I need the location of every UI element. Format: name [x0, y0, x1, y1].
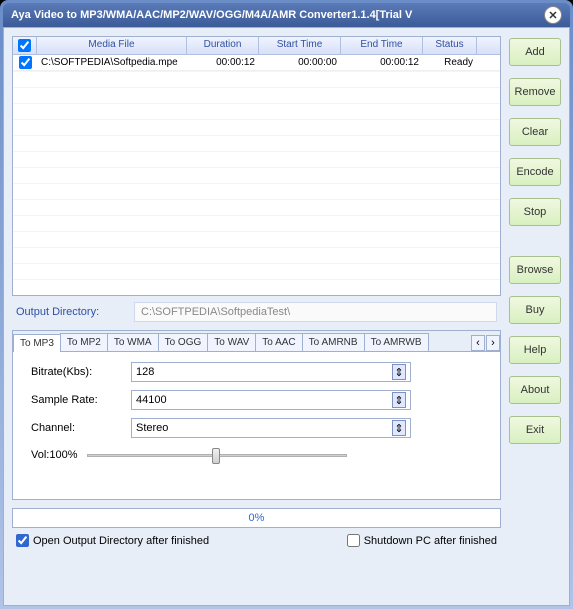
progress-bar: 0%	[12, 508, 501, 528]
titlebar: Aya Video to MP3/WMA/AAC/MP2/WAV/OGG/M4A…	[3, 3, 570, 27]
help-button[interactable]: Help	[509, 336, 561, 364]
stop-button[interactable]: Stop	[509, 198, 561, 226]
volume-row: Vol:100%	[31, 446, 482, 464]
output-directory-row: Output Directory:	[12, 296, 501, 328]
samplerate-spinner[interactable]: ⇕	[392, 392, 406, 408]
tab-scroll-left[interactable]: ‹	[471, 335, 485, 351]
bitrate-select[interactable]: 128 ⇕	[131, 362, 411, 382]
client-area: Media File Duration Start Time End Time …	[3, 27, 570, 606]
tab-wav[interactable]: To WAV	[207, 333, 256, 351]
col-endtime[interactable]: End Time	[341, 37, 423, 54]
channel-value: Stereo	[136, 422, 168, 434]
header-checkbox[interactable]	[18, 39, 31, 52]
updown-icon: ⇕	[394, 366, 403, 379]
col-duration[interactable]: Duration	[187, 37, 259, 54]
chevron-right-icon: ›	[491, 337, 495, 349]
output-directory-input[interactable]	[134, 302, 497, 322]
cell-mediafile: C:\SOFTPEDIA\Softpedia.mpe	[37, 56, 187, 69]
cell-status: Ready	[423, 56, 477, 69]
open-output-label: Open Output Directory after finished	[33, 535, 209, 547]
close-button[interactable]: ✕	[544, 6, 562, 24]
channel-spinner[interactable]: ⇕	[392, 420, 406, 436]
sidebar: Add Remove Clear Encode Stop Browse Buy …	[509, 36, 561, 597]
output-directory-label: Output Directory:	[16, 306, 126, 318]
tab-ogg[interactable]: To OGG	[158, 333, 209, 351]
col-mediafile[interactable]: Media File	[37, 37, 187, 54]
app-window: Aya Video to MP3/WMA/AAC/MP2/WAV/OGG/M4A…	[0, 0, 573, 609]
tab-content: Bitrate(Kbs): 128 ⇕ Sample Rate: 44100 ⇕	[13, 351, 500, 499]
updown-icon: ⇕	[394, 394, 403, 407]
progress-text: 0%	[249, 512, 265, 524]
volume-thumb[interactable]	[212, 448, 220, 464]
tab-mp3[interactable]: To MP3	[13, 334, 61, 352]
exit-button[interactable]: Exit	[509, 416, 561, 444]
browse-button[interactable]: Browse	[509, 256, 561, 284]
row-checkbox[interactable]	[19, 56, 32, 69]
updown-icon: ⇕	[394, 422, 403, 435]
bitrate-row: Bitrate(Kbs): 128 ⇕	[31, 362, 482, 382]
open-output-option[interactable]: Open Output Directory after finished	[16, 534, 209, 547]
tab-scroll: ‹ ›	[471, 335, 500, 351]
spacer	[509, 238, 561, 244]
shutdown-checkbox[interactable]	[347, 534, 360, 547]
samplerate-label: Sample Rate:	[31, 394, 131, 406]
open-output-checkbox[interactable]	[16, 534, 29, 547]
cell-end: 00:00:12	[341, 56, 423, 69]
bitrate-value: 128	[136, 366, 154, 378]
buy-button[interactable]: Buy	[509, 296, 561, 324]
empty-rows	[13, 71, 500, 295]
cell-start: 00:00:00	[259, 56, 341, 69]
tab-aac[interactable]: To AAC	[255, 333, 302, 351]
shutdown-option[interactable]: Shutdown PC after finished	[347, 534, 497, 547]
col-starttime[interactable]: Start Time	[259, 37, 341, 54]
volume-label: Vol:100%	[31, 449, 77, 461]
format-tabs-group: To MP3 To MP2 To WMA To OGG To WAV To AA…	[12, 330, 501, 500]
app-title: Aya Video to MP3/WMA/AAC/MP2/WAV/OGG/M4A…	[11, 9, 412, 21]
tab-amrwb[interactable]: To AMRWB	[364, 333, 429, 351]
col-status[interactable]: Status	[423, 37, 477, 54]
table-row[interactable]: C:\SOFTPEDIA\Softpedia.mpe 00:00:12 00:0…	[13, 55, 500, 71]
row-check-cell	[13, 56, 37, 69]
channel-label: Channel:	[31, 422, 131, 434]
close-icon: ✕	[548, 9, 557, 22]
tabstrip: To MP3 To MP2 To WMA To OGG To WAV To AA…	[13, 331, 500, 351]
samplerate-row: Sample Rate: 44100 ⇕	[31, 390, 482, 410]
cell-duration: 00:00:12	[187, 56, 259, 69]
tab-wma[interactable]: To WMA	[107, 333, 159, 351]
left-column: Media File Duration Start Time End Time …	[12, 36, 501, 597]
channel-row: Channel: Stereo ⇕	[31, 418, 482, 438]
channel-select[interactable]: Stereo ⇕	[131, 418, 411, 438]
bitrate-spinner[interactable]: ⇕	[392, 364, 406, 380]
add-button[interactable]: Add	[509, 38, 561, 66]
bottom-options: Open Output Directory after finished Shu…	[12, 528, 501, 547]
volume-slider[interactable]	[87, 446, 347, 464]
bitrate-label: Bitrate(Kbs):	[31, 366, 131, 378]
tab-scroll-right[interactable]: ›	[486, 335, 500, 351]
tab-mp2[interactable]: To MP2	[60, 333, 108, 351]
samplerate-value: 44100	[136, 394, 167, 406]
samplerate-select[interactable]: 44100 ⇕	[131, 390, 411, 410]
clear-button[interactable]: Clear	[509, 118, 561, 146]
chevron-left-icon: ‹	[476, 337, 480, 349]
file-list: Media File Duration Start Time End Time …	[12, 36, 501, 296]
encode-button[interactable]: Encode	[509, 158, 561, 186]
file-list-body: C:\SOFTPEDIA\Softpedia.mpe 00:00:12 00:0…	[13, 55, 500, 295]
tab-amrnb[interactable]: To AMRNB	[302, 333, 365, 351]
file-list-header: Media File Duration Start Time End Time …	[13, 37, 500, 55]
shutdown-label: Shutdown PC after finished	[364, 535, 497, 547]
about-button[interactable]: About	[509, 376, 561, 404]
remove-button[interactable]: Remove	[509, 78, 561, 106]
header-checkbox-cell	[13, 37, 37, 54]
